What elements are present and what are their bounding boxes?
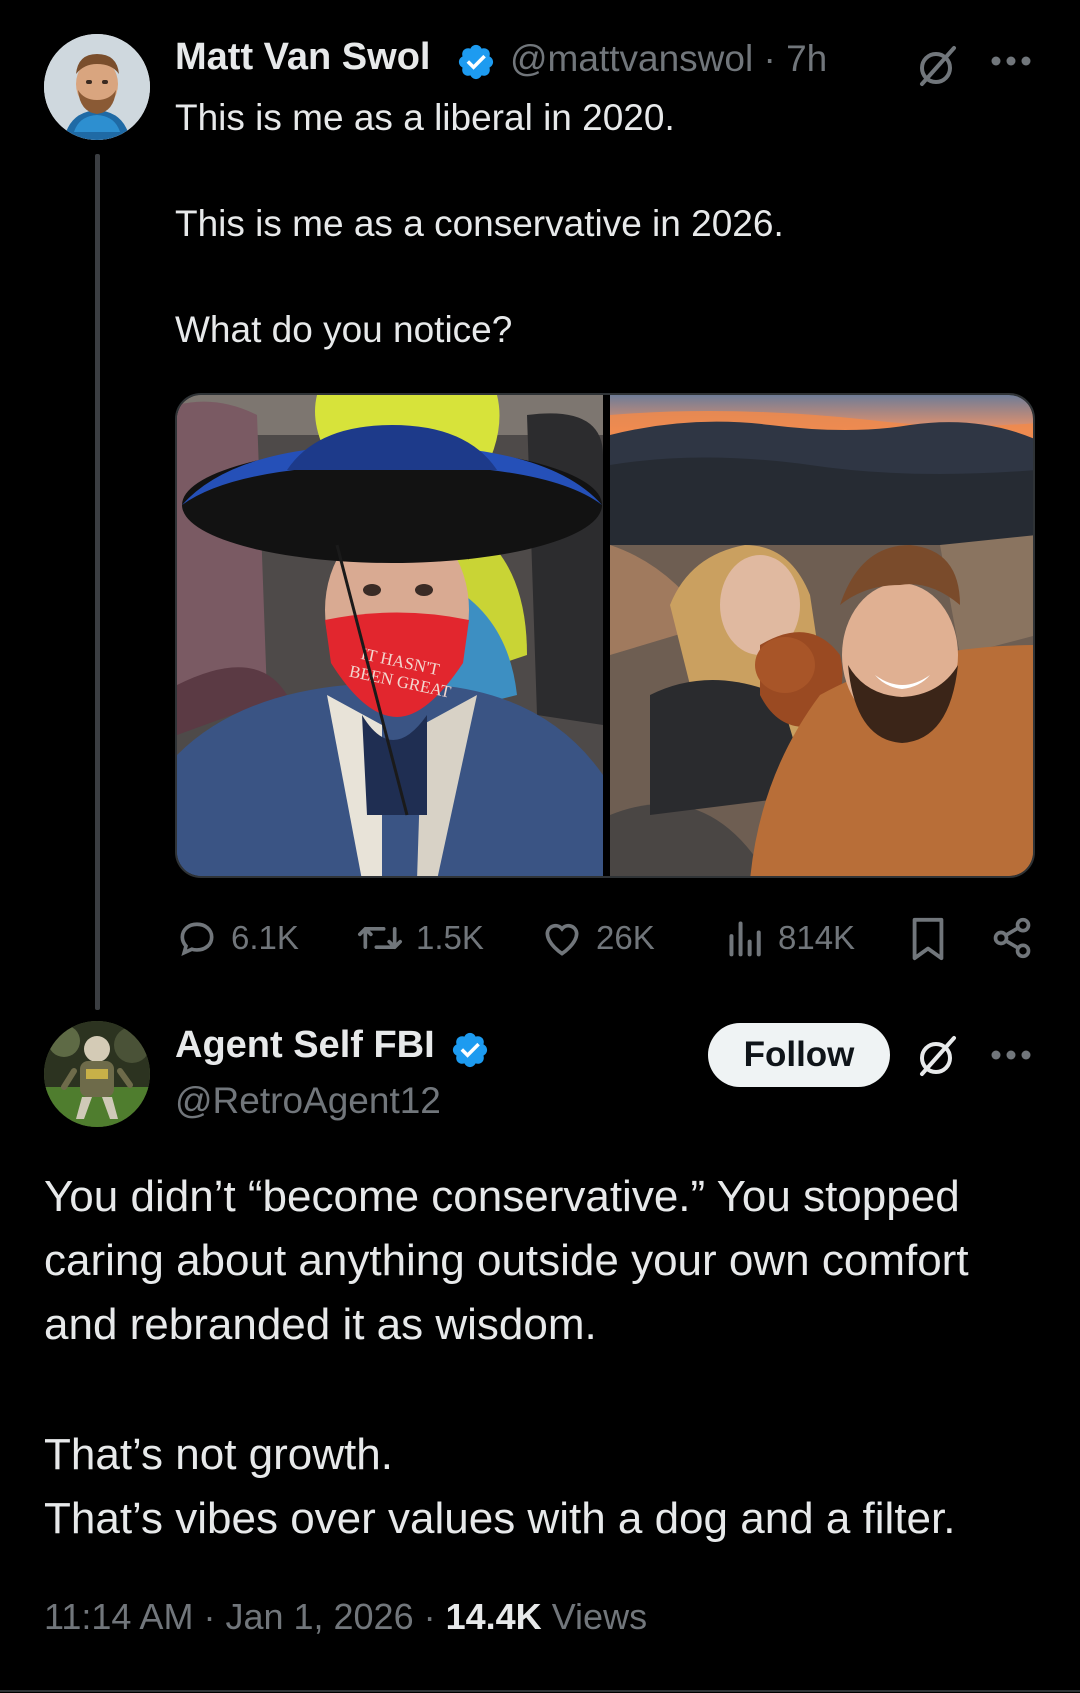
- reply-count: 6.1K: [231, 919, 299, 956]
- grok-icon[interactable]: [912, 42, 960, 90]
- meta-separator-2: ·: [413, 1596, 446, 1637]
- reply-author-name[interactable]: Agent Self FBI: [175, 1024, 435, 1067]
- author-handle-time[interactable]: @mattvanswol · 7h: [510, 38, 827, 80]
- reply-views-label: Views: [551, 1596, 648, 1637]
- reply-icon: [180, 922, 214, 956]
- reply-date[interactable]: Jan 1, 2026: [225, 1596, 413, 1637]
- tweet-text-line-2: This is me as a conservative in 2026.: [175, 203, 784, 244]
- author-avatar[interactable]: [44, 34, 150, 140]
- verified-badge-icon: [458, 44, 494, 80]
- couple-dog-mountain-image: [610, 395, 1033, 876]
- repost-count: 1.5K: [416, 919, 484, 956]
- grok-icon[interactable]: [912, 1032, 960, 1080]
- views-icon: [729, 921, 761, 957]
- reply-views-count[interactable]: 14.4K: [446, 1596, 542, 1637]
- views-action[interactable]: 814K: [726, 916, 855, 960]
- author-handle[interactable]: @mattvanswol: [510, 38, 753, 79]
- more-icon[interactable]: [990, 54, 1032, 68]
- reply-author-handle[interactable]: @RetroAgent12: [175, 1080, 441, 1122]
- reply-time[interactable]: 11:14 AM: [44, 1596, 193, 1637]
- reply-author-avatar[interactable]: [44, 1021, 150, 1127]
- like-count: 26K: [596, 919, 655, 956]
- bookmark-icon[interactable]: [908, 916, 948, 962]
- verified-badge-icon: [452, 1032, 488, 1068]
- avatar-photo-icon: [44, 1021, 150, 1127]
- repost-action[interactable]: 1.5K: [356, 916, 484, 960]
- reply-action[interactable]: 6.1K: [175, 916, 299, 960]
- repost-icon: [358, 927, 402, 949]
- reply-text: You didn’t “become conservative.” You st…: [44, 1165, 1054, 1551]
- thread-connector-line: [95, 154, 100, 1010]
- more-icon[interactable]: [990, 1048, 1032, 1062]
- photo-2026[interactable]: [610, 395, 1033, 876]
- tweet-text-line-3: What do you notice?: [175, 309, 513, 350]
- share-icon[interactable]: [990, 916, 1034, 960]
- reply-paragraph-2-line-1: That’s not growth.: [44, 1430, 393, 1479]
- divider: [0, 1690, 1080, 1692]
- avatar-photo-icon: [44, 34, 150, 140]
- photo-2020[interactable]: IT HASN'T BEEN GREAT: [177, 395, 603, 876]
- tweet-media[interactable]: IT HASN'T BEEN GREAT: [175, 393, 1035, 878]
- reply-paragraph-2-line-2: That’s vibes over values with a dog and …: [44, 1494, 956, 1543]
- views-count: 814K: [778, 919, 856, 956]
- follow-button[interactable]: Follow: [708, 1023, 890, 1087]
- tweet-time[interactable]: 7h: [786, 38, 827, 79]
- meta-separator-1: ·: [193, 1596, 226, 1637]
- like-action[interactable]: 26K: [540, 916, 655, 960]
- author-name[interactable]: Matt Van Swol: [175, 36, 430, 79]
- dot-separator: ·: [753, 38, 787, 79]
- tweet-text-line-1: This is me as a liberal in 2020.: [175, 97, 675, 138]
- reply-meta: 11:14 AM · Jan 1, 2026 · 14.4K Views: [44, 1596, 647, 1638]
- selfie-hat-mask-image: IT HASN'T BEEN GREAT: [177, 395, 603, 876]
- like-icon: [545, 923, 579, 956]
- reply-paragraph-1: You didn’t “become conservative.” You st…: [44, 1172, 969, 1349]
